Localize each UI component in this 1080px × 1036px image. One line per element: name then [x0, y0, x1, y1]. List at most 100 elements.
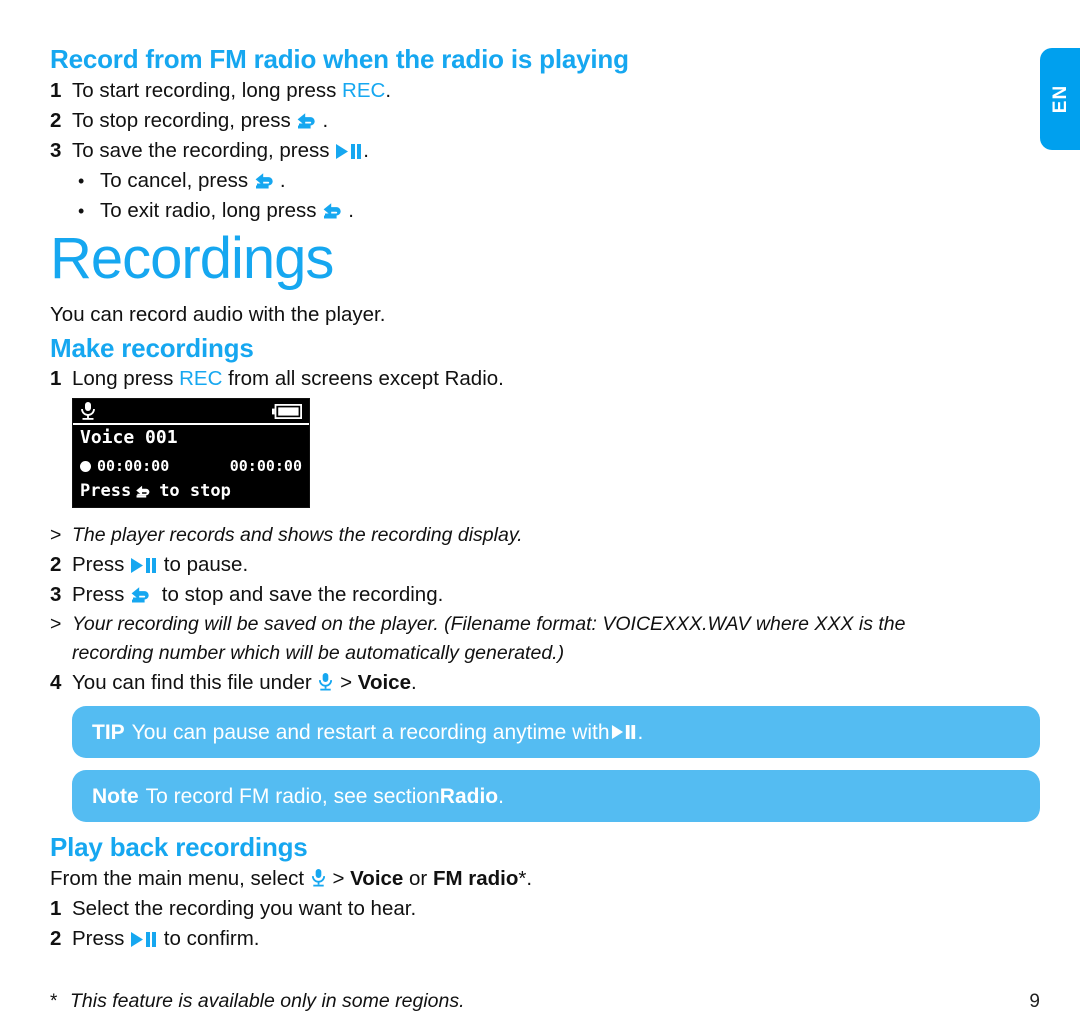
list-item: 4 You can find this file under > Voice.	[50, 668, 1010, 698]
step-text: To start recording, long press REC.	[72, 76, 950, 106]
step-text-mid: >	[334, 671, 358, 694]
step-number: 2	[50, 553, 62, 576]
step-text: You can find this file under > Voice.	[72, 668, 1010, 698]
battery-icon	[272, 403, 303, 424]
step-text-post: .	[385, 79, 392, 102]
result-note: > The player records and shows the recor…	[50, 521, 1010, 550]
lcd-prompt-pre: Press	[80, 481, 132, 501]
footnote-marker: *	[50, 991, 58, 1012]
step-text: Press to confirm.	[72, 924, 950, 954]
note-keyword: Note	[92, 784, 139, 808]
lcd-track-title: Voice 001	[80, 427, 178, 448]
play-pause-icon	[335, 143, 363, 160]
record-dot-icon	[80, 460, 91, 472]
key-label-rec: REC	[179, 367, 223, 390]
tip-text-pre: You can pause and restart a recording an…	[131, 720, 610, 744]
back-arrow-icon	[322, 200, 348, 220]
step-text: Select the recording you want to hear.	[72, 897, 417, 920]
lcd-time-row: 00:00:00 00:00:00	[80, 457, 302, 475]
play-pause-icon	[130, 557, 158, 574]
list-item: • To cancel, press .	[50, 166, 950, 196]
microphone-icon	[79, 401, 97, 426]
step-text-pre: You can find this file under	[72, 671, 318, 694]
tip-callout: TIP You can pause and restart a recordin…	[72, 706, 1040, 758]
step-text: Press to pause.	[72, 550, 1010, 580]
language-tab[interactable]: EN	[1040, 48, 1080, 150]
play-pause-icon	[130, 931, 158, 948]
step-text-post: to confirm.	[158, 927, 260, 950]
step-text: Press to stop and save the recording.	[72, 580, 1010, 610]
list-item: 3 To save the recording, press .	[50, 136, 950, 166]
microphone-icon	[310, 868, 327, 888]
step-number: 4	[50, 671, 62, 694]
playback-lead-mid: >	[326, 867, 351, 890]
bullet-text-post: .	[279, 169, 286, 192]
step-number: 3	[50, 583, 62, 606]
note-text-pre: To record FM radio, see section	[145, 784, 440, 808]
step-text-pre: Press	[72, 553, 131, 576]
list-item: 1 To start recording, long press REC.	[50, 76, 950, 106]
lcd-prompt: Press to stop	[80, 481, 231, 501]
back-arrow-icon	[296, 110, 322, 130]
bullet-text-pre: To cancel, press	[100, 169, 254, 192]
note-text-post: .	[498, 784, 504, 808]
result-marker: >	[50, 613, 62, 635]
step-text-pre: To save the recording, press	[72, 139, 336, 162]
list-item: 1 Long press REC from all screens except…	[50, 364, 950, 394]
step-number: 1	[50, 897, 62, 920]
page-number: 9	[1029, 991, 1040, 1012]
lcd-prompt-post: to stop	[159, 481, 231, 501]
lcd-body: Voice 001 00:00:00 00:00:00 Press to sto…	[73, 425, 309, 507]
list-item: • To exit radio, long press .	[50, 196, 950, 226]
play-pause-icon	[611, 724, 637, 740]
section-name-radio: Radio	[439, 784, 499, 808]
chapter-intro: You can record audio with the player.	[50, 303, 386, 326]
page-title: Recordings	[50, 226, 334, 291]
step-number: 3	[50, 139, 62, 162]
list-item: 2 To stop recording, press .	[50, 106, 950, 136]
section-heading-record-fm: Record from FM radio when the radio is p…	[50, 44, 629, 74]
playback-lead-post: *.	[518, 867, 533, 890]
note-callout: Note To record FM radio, see section Rad…	[72, 770, 1040, 822]
list-item: 2 Press to confirm.	[50, 924, 950, 954]
menu-name-fm-radio: FM radio	[432, 867, 519, 890]
lcd-total-time: 00:00:00	[229, 457, 302, 475]
footer: * This feature is available only in some…	[50, 990, 1040, 1013]
result-text-line1: Your recording will be saved on the play…	[72, 613, 906, 635]
step-number: 2	[50, 927, 62, 950]
section-heading-play-back-recordings: Play back recordings	[50, 832, 308, 862]
result-text: The player records and shows the recordi…	[72, 524, 523, 546]
bullet-text: To cancel, press .	[100, 166, 286, 196]
step-number: 1	[50, 79, 62, 102]
language-tab-label: EN	[1050, 84, 1071, 114]
step-number: 2	[50, 109, 62, 132]
step-text: To stop recording, press .	[72, 106, 950, 136]
step-text-post: .	[363, 139, 369, 162]
step-number: 1	[50, 367, 62, 390]
result-text-line2: recording number which will be automatic…	[72, 642, 565, 664]
list-item: 2 Press to pause.	[50, 550, 1010, 580]
bullet-text-post: .	[348, 199, 354, 222]
page-content: Record from FM radio when the radio is p…	[50, 0, 1040, 1036]
step-text-pre: Press	[72, 583, 131, 606]
bullet-marker: •	[78, 201, 85, 221]
step-text-post: to pause.	[158, 553, 249, 576]
menu-name-voice: Voice	[357, 671, 411, 694]
bullet-text-pre: To exit radio, long press	[100, 199, 323, 222]
section-heading-make-recordings: Make recordings	[50, 333, 254, 363]
footnote-text: This feature is available only in some r…	[70, 990, 465, 1012]
lcd-elapsed-time: 00:00:00	[97, 457, 170, 475]
list-item: 3 Press to stop and save the recording.	[50, 580, 1010, 610]
step-text: Long press REC from all screens except R…	[72, 364, 950, 394]
playback-lead-or: or	[403, 867, 433, 890]
menu-name-voice: Voice	[350, 867, 404, 890]
tip-keyword: TIP	[92, 720, 125, 744]
device-screen-recording-display: Voice 001 00:00:00 00:00:00 Press to sto…	[72, 398, 310, 508]
list-item: 1 Select the recording you want to hear.	[50, 894, 950, 924]
back-arrow-icon	[135, 483, 155, 499]
step-text-post: .	[322, 109, 329, 132]
bullet-text: To exit radio, long press .	[100, 196, 354, 226]
key-label-rec: REC	[342, 79, 386, 102]
back-arrow-icon	[130, 584, 156, 604]
bullet-marker: •	[78, 171, 85, 191]
